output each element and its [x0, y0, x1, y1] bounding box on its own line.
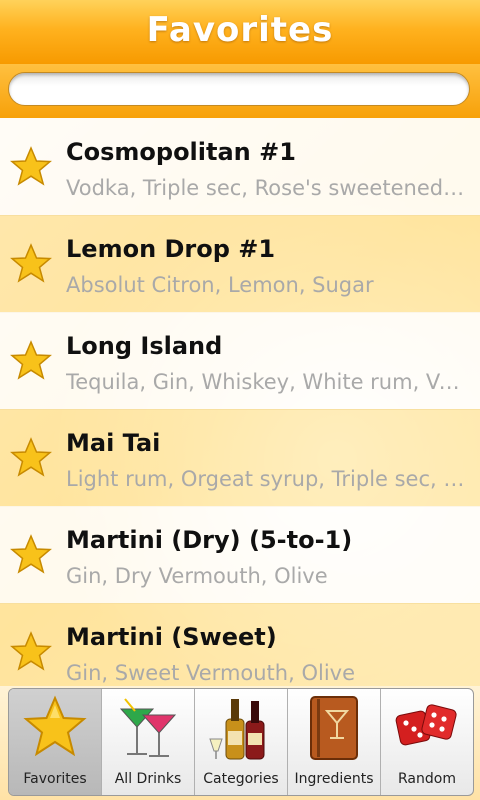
list-item[interactable]: Martini (Sweet) Gin, Sweet Vermouth, Oli… — [0, 603, 480, 686]
drink-ingredients: Gin, Dry Vermouth, Olive — [66, 564, 328, 588]
list-item[interactable]: Long Island Tequila, Gin, Whiskey, White… — [0, 312, 480, 410]
tab-label: Random — [398, 771, 456, 787]
favorite-star-icon[interactable] — [9, 437, 53, 479]
favorite-star-icon[interactable] — [9, 631, 53, 673]
list-item[interactable]: Mai Tai Light rum, Orgeat syrup, Triple … — [0, 409, 480, 507]
drink-name: Lemon Drop #1 — [66, 235, 276, 263]
recipe-book-icon — [310, 696, 358, 760]
tab-random[interactable]: Random — [381, 689, 473, 795]
tab-label: Ingredients — [294, 771, 374, 787]
search-input[interactable] — [8, 72, 470, 106]
drink-name: Long Island — [66, 332, 223, 360]
drink-ingredients: Light rum, Orgeat syrup, Triple sec, Swe… — [66, 467, 466, 491]
drink-name: Mai Tai — [66, 429, 161, 457]
drink-name: Martini (Sweet) — [66, 623, 277, 651]
page-title: Favorites — [146, 10, 334, 50]
search-bar — [0, 64, 480, 118]
favorites-list[interactable]: Cosmopolitan #1 Vodka, Triple sec, Rose'… — [0, 118, 480, 686]
drink-name: Martini (Dry) (5-to-1) — [66, 526, 353, 554]
tab-label: Categories — [203, 771, 279, 787]
list-item[interactable]: Martini (Dry) (5-to-1) Gin, Dry Vermouth… — [0, 506, 480, 604]
cocktail-glasses-icon — [119, 698, 177, 757]
tab-ingredients[interactable]: Ingredients — [288, 689, 381, 795]
tab-group: Favorites All Drinks Categories Ingredie… — [8, 688, 474, 796]
bottles-icon — [209, 699, 265, 760]
favorite-star-icon[interactable] — [9, 243, 53, 285]
drink-ingredients: Absolut Citron, Lemon, Sugar — [66, 273, 374, 297]
favorite-star-icon[interactable] — [9, 340, 53, 382]
tab-label: Favorites — [23, 771, 87, 787]
bottom-tab-bar: Favorites All Drinks Categories Ingredie… — [0, 686, 480, 800]
star-icon — [23, 695, 87, 757]
tab-categories[interactable]: Categories — [195, 689, 288, 795]
tab-favorites[interactable]: Favorites — [9, 689, 102, 795]
list-item[interactable]: Cosmopolitan #1 Vodka, Triple sec, Rose'… — [0, 118, 480, 216]
title-bar: Favorites — [0, 0, 480, 65]
drink-ingredients: Tequila, Gin, Whiskey, White rum, Vodka,… — [66, 370, 466, 394]
favorite-star-icon[interactable] — [9, 534, 53, 576]
drink-name: Cosmopolitan #1 — [66, 138, 296, 166]
drink-ingredients: Gin, Sweet Vermouth, Olive — [66, 661, 355, 685]
drink-ingredients: Vodka, Triple sec, Rose's sweetened lime… — [66, 176, 466, 200]
dice-icon — [395, 704, 457, 746]
favorite-star-icon[interactable] — [9, 146, 53, 188]
list-item[interactable]: Lemon Drop #1 Absolut Citron, Lemon, Sug… — [0, 215, 480, 313]
tab-all-drinks[interactable]: All Drinks — [102, 689, 195, 795]
tab-label: All Drinks — [114, 771, 182, 787]
